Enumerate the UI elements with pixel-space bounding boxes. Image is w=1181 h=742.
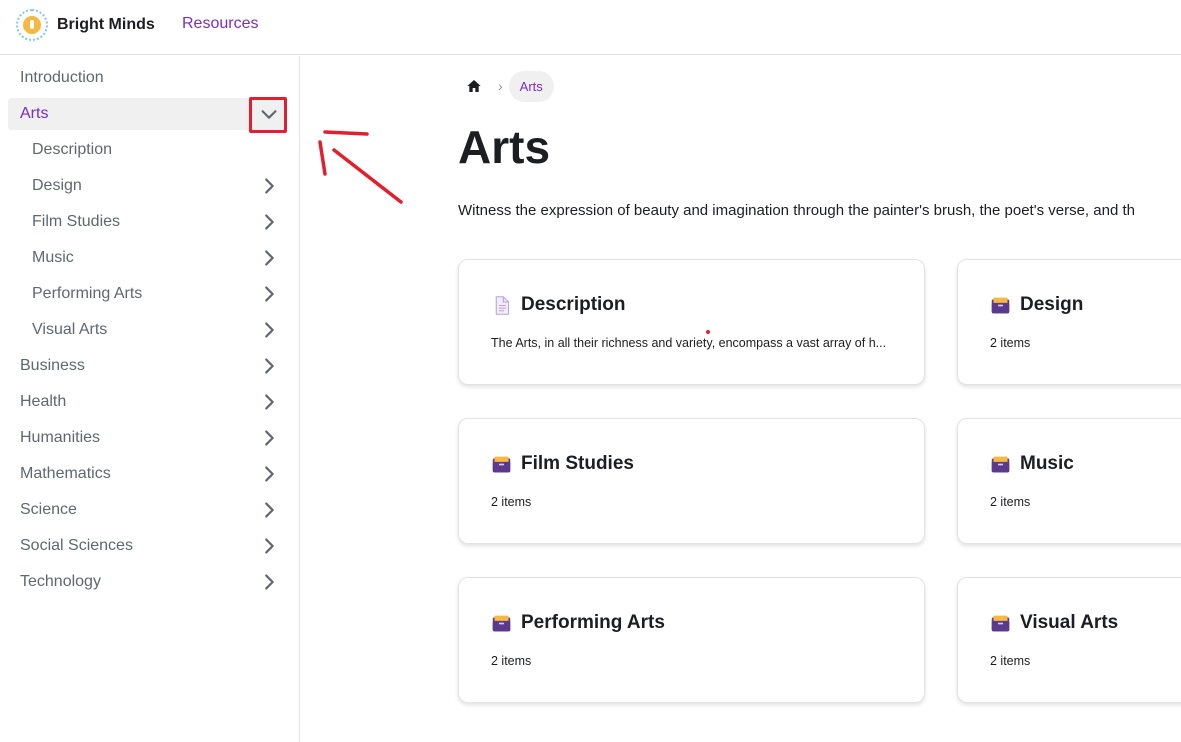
sidebar: Introduction Arts Description Design Fil… bbox=[0, 56, 300, 742]
page-description: Witness the expression of beauty and ima… bbox=[458, 202, 1135, 219]
card-title: Design bbox=[1020, 294, 1084, 315]
chevron-right-icon[interactable] bbox=[258, 463, 280, 485]
card-music[interactable]: Music 2 items bbox=[957, 418, 1181, 544]
bright-minds-logo-icon bbox=[16, 9, 48, 41]
sidebar-item-humanities[interactable]: Humanities bbox=[8, 422, 286, 454]
sidebar-item-label: Performing Arts bbox=[32, 285, 143, 302]
sidebar-item-design[interactable]: Design bbox=[20, 170, 286, 202]
chevron-right-icon[interactable] bbox=[258, 499, 280, 521]
folder-icon bbox=[492, 456, 511, 472]
card-subtitle: 2 items bbox=[990, 654, 1031, 668]
folder-icon bbox=[991, 297, 1010, 313]
sidebar-item-label: Business bbox=[20, 357, 85, 374]
sidebar-item-label: Film Studies bbox=[32, 213, 121, 230]
chevron-right-icon[interactable] bbox=[258, 211, 280, 233]
sidebar-item-introduction[interactable]: Introduction bbox=[8, 62, 286, 94]
sidebar-item-label: Social Sciences bbox=[20, 537, 133, 554]
sidebar-item-label: Arts bbox=[20, 105, 49, 122]
chevron-down-icon[interactable] bbox=[258, 103, 280, 125]
sidebar-item-label: Technology bbox=[20, 573, 101, 590]
sidebar-item-label: Design bbox=[32, 177, 82, 194]
sidebar-item-label: Health bbox=[20, 393, 67, 410]
breadcrumb-separator: › bbox=[498, 78, 503, 94]
sidebar-item-description[interactable]: Description bbox=[20, 134, 286, 166]
chevron-right-icon[interactable] bbox=[258, 391, 280, 413]
folder-icon bbox=[991, 456, 1010, 472]
annotation-dot bbox=[706, 330, 710, 334]
sidebar-item-performing-arts[interactable]: Performing Arts bbox=[20, 278, 286, 310]
chevron-right-icon[interactable] bbox=[258, 283, 280, 305]
breadcrumb-current[interactable]: Arts bbox=[508, 70, 554, 102]
sidebar-item-label: Mathematics bbox=[20, 465, 111, 482]
card-performing-arts[interactable]: Performing Arts 2 items bbox=[458, 577, 925, 703]
folder-icon bbox=[991, 615, 1010, 631]
card-design[interactable]: Design 2 items bbox=[957, 259, 1181, 385]
chevron-right-icon[interactable] bbox=[258, 175, 280, 197]
chevron-right-icon[interactable] bbox=[258, 355, 280, 377]
card-visual-arts[interactable]: Visual Arts 2 items bbox=[957, 577, 1181, 703]
card-subtitle: 2 items bbox=[491, 495, 532, 509]
card-subtitle: 2 items bbox=[491, 654, 532, 668]
document-icon bbox=[495, 295, 510, 315]
sidebar-item-arts[interactable]: Arts bbox=[8, 98, 286, 130]
chevron-right-icon[interactable] bbox=[258, 427, 280, 449]
chevron-right-icon[interactable] bbox=[258, 247, 280, 269]
card-film-studies[interactable]: Film Studies 2 items bbox=[458, 418, 925, 544]
chevron-right-icon[interactable] bbox=[258, 535, 280, 557]
sidebar-item-technology[interactable]: Technology bbox=[8, 566, 286, 598]
card-subtitle: The Arts, in all their richness and vari… bbox=[491, 336, 887, 350]
sidebar-item-label: Music bbox=[32, 249, 74, 266]
card-subtitle: 2 items bbox=[990, 495, 1031, 509]
card-title: Description bbox=[521, 294, 626, 315]
page-title: Arts bbox=[458, 121, 551, 173]
home-icon[interactable] bbox=[458, 70, 490, 102]
card-title: Performing Arts bbox=[521, 612, 665, 633]
card-description[interactable]: Description The Arts, in all their richn… bbox=[458, 259, 925, 385]
sidebar-item-social-sciences[interactable]: Social Sciences bbox=[8, 530, 286, 562]
breadcrumb: › Arts bbox=[458, 70, 554, 102]
sidebar-item-science[interactable]: Science bbox=[8, 494, 286, 526]
top-navbar: Bright Minds Resources bbox=[0, 0, 1181, 55]
sidebar-item-visual-arts[interactable]: Visual Arts bbox=[20, 314, 286, 346]
nav-resources-link[interactable]: Resources bbox=[182, 15, 258, 33]
sidebar-item-film-studies[interactable]: Film Studies bbox=[20, 206, 286, 238]
folder-icon bbox=[492, 615, 511, 631]
sidebar-item-business[interactable]: Business bbox=[8, 350, 286, 382]
sidebar-item-label: Introduction bbox=[20, 69, 104, 86]
card-title: Music bbox=[1020, 453, 1074, 474]
sidebar-item-music[interactable]: Music bbox=[20, 242, 286, 274]
sidebar-item-mathematics[interactable]: Mathematics bbox=[8, 458, 286, 490]
sidebar-item-label: Visual Arts bbox=[32, 321, 108, 338]
card-title: Film Studies bbox=[521, 453, 634, 474]
sidebar-item-label: Humanities bbox=[20, 429, 101, 446]
card-title: Visual Arts bbox=[1020, 612, 1119, 633]
main-content: › Arts Arts Witness the expression of be… bbox=[300, 56, 1181, 742]
brand-name: Bright Minds bbox=[57, 16, 155, 33]
sidebar-item-label: Description bbox=[32, 141, 113, 158]
sidebar-item-health[interactable]: Health bbox=[8, 386, 286, 418]
sidebar-item-label: Science bbox=[20, 501, 77, 518]
card-subtitle: 2 items bbox=[990, 336, 1031, 350]
chevron-right-icon[interactable] bbox=[258, 319, 280, 341]
chevron-right-icon[interactable] bbox=[258, 571, 280, 593]
brand-link[interactable]: Bright Minds bbox=[16, 8, 155, 42]
